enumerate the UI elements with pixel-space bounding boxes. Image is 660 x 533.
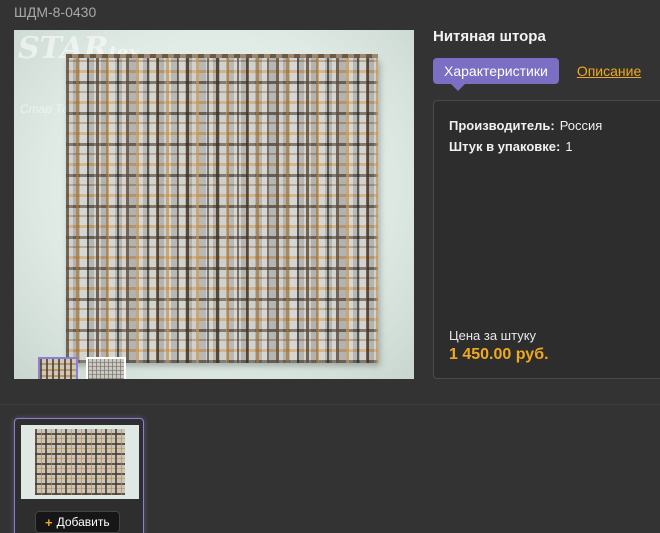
product-title: Нитяная штора <box>433 28 546 45</box>
spec-key: Штук в упаковке: <box>449 139 561 154</box>
price-label: Цена за штуку <box>449 328 537 343</box>
card-image[interactable] <box>21 425 139 499</box>
curtain-image <box>66 58 378 363</box>
logo-subtitle: Стар Те <box>20 102 69 116</box>
section-divider <box>0 404 660 405</box>
tab-characteristics[interactable]: Характеристики <box>433 58 559 91</box>
add-button-label: Добавить <box>56 515 110 529</box>
thumbnail-1[interactable] <box>38 357 78 379</box>
spec-key: Производитель: <box>449 118 555 133</box>
product-main-image[interactable]: STARtex Стар Те <box>14 30 414 379</box>
price-value: 1 450.00 руб. <box>449 346 549 363</box>
spec-row-pack-quantity: Штук в упаковке: 1 <box>449 139 573 154</box>
product-card[interactable]: + Добавить <box>14 418 144 533</box>
plus-icon: + <box>45 514 53 530</box>
product-tabs: Характеристики Описание <box>433 58 641 91</box>
spec-value: Россия <box>559 118 603 133</box>
tab-description[interactable]: Описание <box>577 63 641 79</box>
add-button[interactable]: + Добавить <box>35 511 120 533</box>
characteristics-panel: Производитель: Россия Штук в упаковке: 1 Ц… <box>433 100 660 379</box>
image-thumbnails <box>38 357 126 379</box>
card-curtain-image <box>35 429 125 495</box>
spec-row-manufacturer: Производитель: Россия <box>449 118 602 133</box>
spec-value: 1 <box>565 139 573 154</box>
thumbnail-2[interactable] <box>86 357 126 379</box>
product-sku: ШДМ-8-0430 <box>14 4 97 20</box>
